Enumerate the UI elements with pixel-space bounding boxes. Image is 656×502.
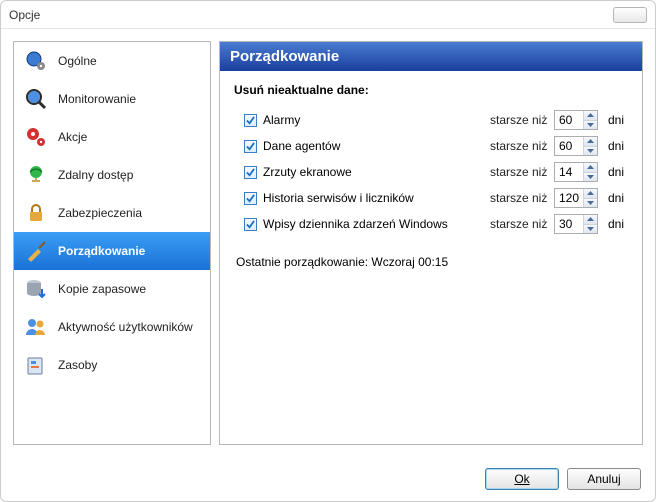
row-eventlog: Wpisy dziennika zdarzeń Windows starsze … — [234, 211, 628, 237]
spinner-arrows — [583, 215, 597, 233]
older-label: starsze niż — [490, 165, 548, 179]
window-close-button[interactable] — [613, 7, 647, 23]
titlebar: Opcje — [1, 1, 655, 29]
window-body: Ogólne Monitorowanie Akcje Zdalny dostęp — [1, 29, 655, 457]
spinner-up-icon[interactable] — [584, 137, 597, 147]
spinner-down-icon[interactable] — [584, 225, 597, 234]
spinner-up-icon[interactable] — [584, 189, 597, 199]
checkbox-alarms[interactable] — [244, 114, 257, 127]
sidebar-item-backups[interactable]: Kopie zapasowe — [14, 270, 210, 308]
older-label: starsze niż — [490, 113, 548, 127]
broom-icon — [24, 239, 48, 263]
spinner-screenshots — [554, 162, 598, 182]
ok-button[interactable]: Ok — [485, 468, 559, 490]
sidebar-item-general[interactable]: Ogólne — [14, 42, 210, 80]
older-label: starsze niż — [490, 139, 548, 153]
spinner-input-agents[interactable] — [555, 137, 583, 155]
sidebar-item-useractivity[interactable]: Aktywność użytkowników — [14, 308, 210, 346]
unit-label: dni — [604, 139, 628, 153]
row-history: Historia serwisów i liczników starsze ni… — [234, 185, 628, 211]
sidebar-item-monitoring[interactable]: Monitorowanie — [14, 80, 210, 118]
footer: Ok Anuluj — [1, 457, 655, 501]
spinner-up-icon[interactable] — [584, 163, 597, 173]
row-label: Zrzuty ekranowe — [263, 165, 484, 179]
content-body: Usuń nieaktualne dane: Alarmy starsze ni… — [220, 71, 642, 281]
spinner-arrows — [583, 137, 597, 155]
sidebar-item-label: Zabezpieczenia — [58, 206, 142, 220]
spinner-agents — [554, 136, 598, 156]
spinner-down-icon[interactable] — [584, 121, 597, 130]
spinner-down-icon[interactable] — [584, 199, 597, 208]
cancel-button[interactable]: Anuluj — [567, 468, 641, 490]
checkbox-screenshots[interactable] — [244, 166, 257, 179]
last-cleanup-status: Ostatnie porządkowanie: Wczoraj 00:15 — [236, 255, 628, 269]
spinner-down-icon[interactable] — [584, 173, 597, 182]
resources-icon — [24, 353, 48, 377]
row-label: Historia serwisów i liczników — [263, 191, 484, 205]
row-label: Wpisy dziennika zdarzeń Windows — [263, 217, 484, 231]
sidebar-item-label: Porządkowanie — [58, 244, 145, 258]
sidebar-item-label: Zasoby — [58, 358, 97, 372]
sidebar-item-security[interactable]: Zabezpieczenia — [14, 194, 210, 232]
sidebar-item-label: Monitorowanie — [58, 92, 136, 106]
content-panel: Porządkowanie Usuń nieaktualne dane: Ala… — [219, 41, 643, 445]
spinner-history — [554, 188, 598, 208]
database-arrow-icon — [24, 277, 48, 301]
spinner-up-icon[interactable] — [584, 215, 597, 225]
sidebar-item-remote[interactable]: Zdalny dostęp — [14, 156, 210, 194]
gears-icon — [24, 125, 48, 149]
checkbox-agents[interactable] — [244, 140, 257, 153]
older-label: starsze niż — [490, 191, 548, 205]
sidebar: Ogólne Monitorowanie Akcje Zdalny dostęp — [13, 41, 211, 445]
spinner-eventlog — [554, 214, 598, 234]
spinner-input-history[interactable] — [555, 189, 583, 207]
globe-gears-icon — [24, 49, 48, 73]
spinner-input-eventlog[interactable] — [555, 215, 583, 233]
row-label: Alarmy — [263, 113, 484, 127]
cancel-label: Anuluj — [587, 472, 620, 486]
spinner-input-alarms[interactable] — [555, 111, 583, 129]
status-prefix: Ostatnie porządkowanie: — [236, 255, 371, 269]
section-title: Usuń nieaktualne dane: — [234, 83, 628, 97]
users-icon — [24, 315, 48, 339]
spinner-down-icon[interactable] — [584, 147, 597, 156]
sidebar-item-label: Akcje — [58, 130, 87, 144]
spinner-alarms — [554, 110, 598, 130]
row-alarms: Alarmy starsze niż dni — [234, 107, 628, 133]
content-title: Porządkowanie — [220, 42, 642, 71]
sidebar-item-label: Zdalny dostęp — [58, 168, 133, 182]
unit-label: dni — [604, 113, 628, 127]
older-label: starsze niż — [490, 217, 548, 231]
sidebar-item-cleanup[interactable]: Porządkowanie — [14, 232, 210, 270]
globe-stand-icon — [24, 163, 48, 187]
sidebar-item-label: Kopie zapasowe — [58, 282, 146, 296]
row-screenshots: Zrzuty ekranowe starsze niż dni — [234, 159, 628, 185]
sidebar-item-resources[interactable]: Zasoby — [14, 346, 210, 384]
spinner-arrows — [583, 111, 597, 129]
unit-label: dni — [604, 191, 628, 205]
status-value: Wczoraj 00:15 — [371, 255, 448, 269]
sidebar-item-label: Aktywność użytkowników — [58, 320, 193, 334]
sidebar-item-actions[interactable]: Akcje — [14, 118, 210, 156]
spinner-up-icon[interactable] — [584, 111, 597, 121]
window-title: Opcje — [9, 8, 613, 22]
sidebar-item-label: Ogólne — [58, 54, 97, 68]
unit-label: dni — [604, 165, 628, 179]
row-agents: Dane agentów starsze niż dni — [234, 133, 628, 159]
spinner-arrows — [583, 163, 597, 181]
magnifier-globe-icon — [24, 87, 48, 111]
lock-icon — [24, 201, 48, 225]
unit-label: dni — [604, 217, 628, 231]
row-label: Dane agentów — [263, 139, 484, 153]
spinner-input-screenshots[interactable] — [555, 163, 583, 181]
options-window: Opcje Ogólne Monitorowanie — [0, 0, 656, 502]
checkbox-eventlog[interactable] — [244, 218, 257, 231]
spinner-arrows — [583, 189, 597, 207]
ok-label: Ok — [514, 472, 529, 486]
checkbox-history[interactable] — [244, 192, 257, 205]
